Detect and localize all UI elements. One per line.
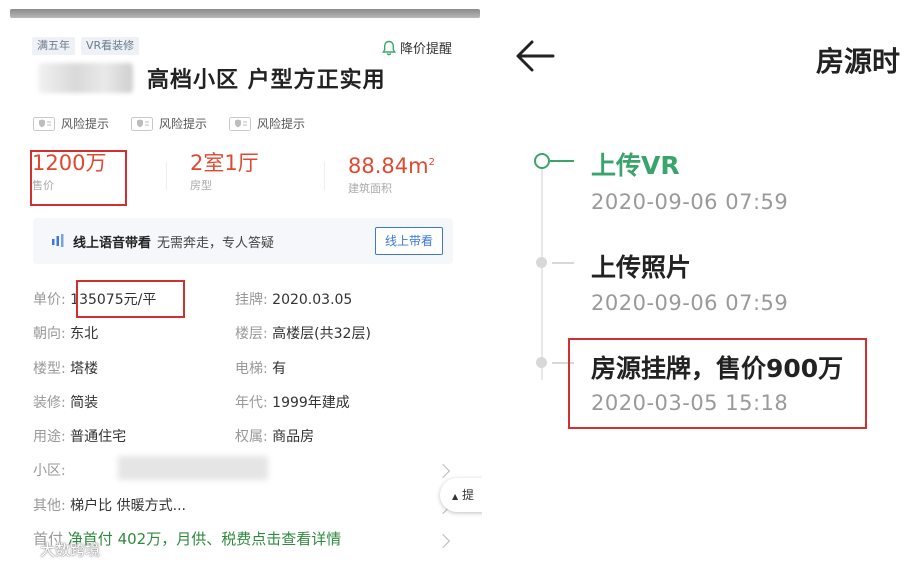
watermark-text: 大数跨境: [40, 540, 101, 559]
bell-icon: [382, 40, 396, 55]
detail-floor: 楼层: 高楼层(共32层): [235, 326, 371, 342]
detail-year-built: 年代: 1999年建成: [235, 395, 350, 411]
redacted-community-name: [38, 63, 133, 93]
detail-orientation: 朝向: 东北: [33, 326, 99, 342]
redacted-community: [118, 456, 268, 480]
shield-icon: [33, 116, 55, 131]
sound-wave-icon: [52, 234, 64, 247]
risk-tip-3[interactable]: 风险提示: [229, 115, 305, 132]
voice-tour-banner[interactable]: 线上语音带看 无需奔走，专人答疑 线上带看: [33, 218, 453, 264]
price-alert-button[interactable]: 降价提醒: [382, 38, 452, 57]
listing-tags: 满五年 VR看装修: [32, 37, 140, 55]
shield-icon: [131, 116, 154, 131]
status-bar: [10, 9, 480, 18]
voice-tour-title: 线上语音带看: [73, 235, 152, 251]
risk-tip-label: 风险提示: [257, 117, 306, 131]
timeline-dot-active: [534, 153, 550, 169]
highlight-box-unit-price: [76, 280, 185, 318]
page-title: 房源时: [816, 45, 901, 78]
timeline-dot: [536, 257, 547, 268]
watermark: 大数跨境: [8, 538, 100, 560]
listing-history-panel: 房源时 上传VR 2020-09-06 07:59 上传照片 2020-09-0…: [490, 0, 905, 567]
stat-area: 88.84m2 建筑面积: [348, 150, 435, 196]
timeline-event-time: 2020-09-06 07:59: [591, 190, 789, 214]
stat-layout-label: 房型: [190, 179, 212, 192]
highlight-box-listing-event: [568, 338, 867, 429]
voice-tour-subtitle: 无需奔走，专人答疑: [157, 235, 275, 251]
price-alert-label: 降价提醒: [400, 42, 453, 57]
detail-elevator: 电梯: 有: [235, 361, 287, 377]
listing-title: 高档小区 户型方正实用: [147, 68, 386, 93]
stat-divider: [324, 162, 325, 190]
timeline-track: [541, 160, 543, 380]
listing-detail-panel: 满五年 VR看装修 降价提醒 高档小区 户型方正实用 风险提示 风险提示 风险提…: [0, 0, 482, 567]
caret-up-icon: ▲: [452, 492, 459, 501]
risk-tips-row: 风险提示 风险提示 风险提示: [33, 115, 305, 132]
listing-title-row: 高档小区 户型方正实用: [38, 62, 386, 94]
floating-action-button[interactable]: ▲ 提: [440, 478, 482, 512]
stat-area-value: 88.84m2: [348, 154, 435, 178]
weibo-logo-icon: [9, 540, 32, 559]
timeline-dot: [536, 357, 547, 368]
detail-listing-date: 挂牌: 2020.03.05: [235, 292, 353, 308]
timeline-connector: [552, 262, 574, 264]
stat-area-label: 建筑面积: [348, 182, 392, 195]
risk-tip-2[interactable]: 风险提示: [131, 115, 207, 132]
chevron-right-icon[interactable]: [435, 463, 451, 479]
timeline-event-title: 上传照片: [591, 253, 692, 282]
down-payment-link[interactable]: 净首付 402万，月供、税费点击查看详情: [68, 530, 341, 548]
detail-other[interactable]: 其他: 梯户比 供暖方式...: [33, 497, 186, 515]
stat-divider: [166, 162, 167, 190]
detail-community[interactable]: 小区:: [33, 462, 66, 480]
detail-ownership: 权属: 商品房: [235, 429, 315, 445]
stat-layout: 2室1厅 房型: [190, 150, 259, 193]
stat-layout-value: 2室1厅: [190, 151, 259, 175]
back-arrow-icon[interactable]: [514, 38, 556, 74]
timeline-event-time: 2020-09-06 07:59: [591, 291, 789, 315]
shield-icon: [229, 116, 252, 131]
detail-usage: 用途: 普通住宅: [33, 429, 127, 445]
tag-five-years: 满五年: [32, 37, 75, 55]
risk-tip-label: 风险提示: [159, 117, 208, 131]
online-tour-button[interactable]: 线上带看: [374, 227, 443, 255]
risk-tip-1[interactable]: 风险提示: [33, 115, 109, 132]
tag-vr-decoration[interactable]: VR看装修: [81, 37, 140, 55]
detail-building-type: 楼型: 塔楼: [33, 361, 99, 377]
timeline-event-title: 上传VR: [591, 151, 680, 180]
chevron-right-icon[interactable]: [435, 533, 451, 549]
detail-decoration: 装修: 简装: [33, 395, 99, 411]
highlight-box-price: [30, 150, 127, 206]
timeline-connector: [550, 160, 574, 162]
risk-tip-label: 风险提示: [61, 117, 110, 131]
